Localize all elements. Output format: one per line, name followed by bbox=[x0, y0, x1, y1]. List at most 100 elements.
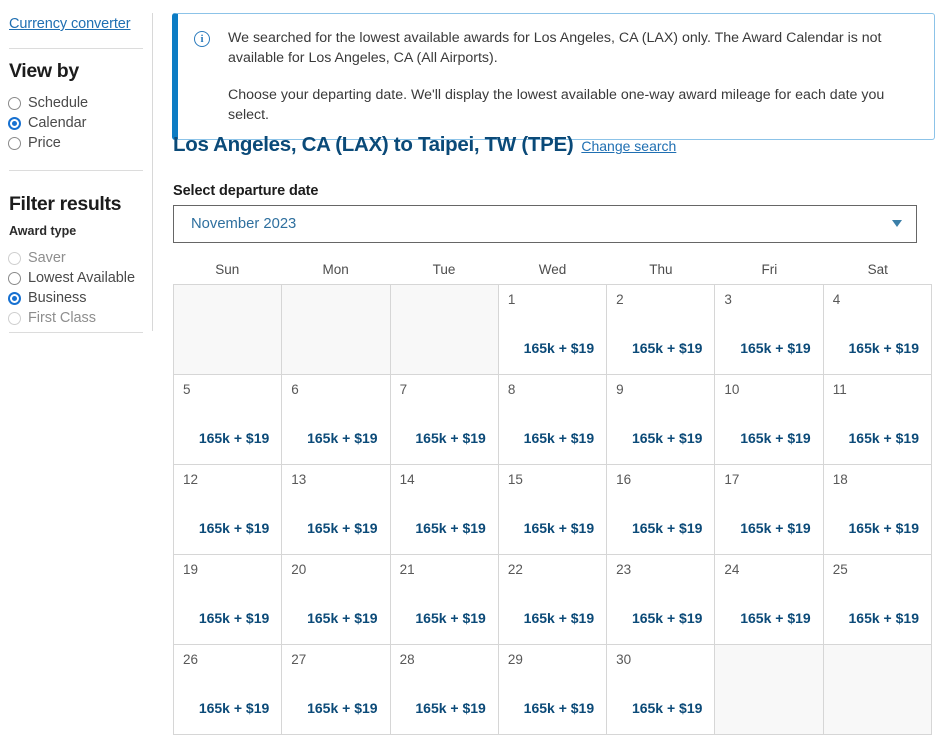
sidebar-divider-3 bbox=[9, 332, 143, 333]
calendar-day-cell[interactable]: 29 165k + $19 bbox=[498, 645, 608, 735]
calendar-day-price: 165k + $19 bbox=[523, 340, 595, 356]
radio-view-by-calendar[interactable]: Calendar bbox=[8, 113, 87, 133]
calendar-day-cell[interactable]: 5 165k + $19 bbox=[174, 375, 283, 465]
award-calendar-page: Currency converter View by Schedule Calen… bbox=[0, 0, 940, 748]
calendar-day-number: 27 bbox=[291, 652, 307, 667]
calendar-day-cell[interactable]: 12 165k + $19 bbox=[174, 465, 283, 555]
calendar-day-number: 16 bbox=[616, 472, 632, 487]
calendar-day-number: 30 bbox=[616, 652, 632, 667]
calendar-day-price: 165k + $19 bbox=[631, 520, 703, 536]
calendar-day-price: 165k + $19 bbox=[198, 700, 270, 716]
radio-view-by-price[interactable]: Price bbox=[8, 133, 61, 153]
calendar-day-cell[interactable]: 22 165k + $19 bbox=[498, 555, 608, 645]
calendar-day-header: Sun bbox=[215, 262, 240, 277]
calendar-day-price: 165k + $19 bbox=[848, 430, 919, 446]
page-title: Los Angeles, CA (LAX) to Taipei, TW (TPE… bbox=[173, 133, 574, 156]
calendar-day-price: 165k + $19 bbox=[848, 520, 919, 536]
calendar-day-cell[interactable]: 4 165k + $19 bbox=[823, 285, 932, 375]
calendar-day-cell[interactable]: 14 165k + $19 bbox=[390, 465, 499, 555]
calendar-week-row: 19 165k + $19 20 165k + $19 21 165k + $19 22 16… bbox=[174, 555, 932, 645]
calendar-day-cell[interactable]: 16 165k + $19 bbox=[607, 465, 716, 555]
radio-label: Calendar bbox=[28, 115, 87, 131]
radio-indicator bbox=[8, 311, 21, 325]
award-calendar: Sun Mon Tue Wed Thu Fri Sat 1 165k + $19 2 165k +… bbox=[173, 262, 932, 735]
calendar-day-cell[interactable]: 1 165k + $19 bbox=[498, 285, 608, 375]
calendar-day-price: 165k + $19 bbox=[523, 700, 595, 716]
calendar-day-price: 165k + $19 bbox=[415, 700, 486, 716]
info-banner-text: We searched for the lowest available awa… bbox=[228, 28, 888, 125]
calendar-day-headers: Sun Mon Tue Wed Thu Fri Sat bbox=[173, 262, 932, 284]
calendar-day-number: 8 bbox=[507, 382, 516, 397]
calendar-day-number: 26 bbox=[183, 652, 199, 667]
radio-label: Schedule bbox=[28, 95, 89, 111]
calendar-week-row: 12 165k + $19 13 165k + $19 14 165k + $19 15 16… bbox=[174, 465, 932, 555]
calendar-day-number: 7 bbox=[399, 382, 408, 397]
calendar-day-cell[interactable]: 8 165k + $19 bbox=[498, 375, 608, 465]
radio-award-type-lowest-available[interactable]: Lowest Available bbox=[8, 268, 135, 288]
calendar-day-cell[interactable]: 2 165k + $19 bbox=[607, 285, 716, 375]
calendar-day-cell[interactable]: 17 165k + $19 bbox=[715, 465, 824, 555]
calendar-day-price: 165k + $19 bbox=[523, 610, 595, 626]
calendar-day-price: 165k + $19 bbox=[740, 610, 811, 626]
currency-converter-link[interactable]: Currency converter bbox=[9, 16, 131, 32]
calendar-day-cell[interactable]: 10 165k + $19 bbox=[715, 375, 824, 465]
calendar-day-cell[interactable]: 30 165k + $19 bbox=[607, 645, 716, 735]
calendar-day-cell[interactable]: 26 165k + $19 bbox=[174, 645, 283, 735]
radio-award-type-business[interactable]: Business bbox=[8, 288, 86, 308]
calendar-day-price: 165k + $19 bbox=[523, 520, 595, 536]
calendar-day-number: 21 bbox=[399, 562, 415, 577]
award-type-label: Award type bbox=[9, 224, 77, 238]
calendar-day-price: 165k + $19 bbox=[198, 430, 270, 446]
calendar-day-header: Wed bbox=[538, 262, 567, 277]
calendar-day-cell[interactable]: 7 165k + $19 bbox=[390, 375, 499, 465]
calendar-day-cell[interactable]: 18 165k + $19 bbox=[823, 465, 932, 555]
calendar-weeks: 1 165k + $19 2 165k + $19 3 165k + $19 4 165k +… bbox=[173, 284, 932, 735]
calendar-day-cell[interactable]: 20 165k + $19 bbox=[282, 555, 391, 645]
calendar-day-price: 165k + $19 bbox=[631, 700, 703, 716]
calendar-day-cell[interactable]: 19 165k + $19 bbox=[174, 555, 283, 645]
month-select[interactable]: November 2023 bbox=[173, 205, 917, 243]
calendar-day-header: Sat bbox=[867, 262, 888, 277]
sidebar-vertical-divider bbox=[152, 13, 153, 331]
calendar-day-cell[interactable]: 23 165k + $19 bbox=[607, 555, 716, 645]
calendar-day-number: 1 bbox=[507, 292, 516, 307]
calendar-day-cell[interactable]: 3 165k + $19 bbox=[715, 285, 824, 375]
calendar-day-price: 165k + $19 bbox=[631, 610, 703, 626]
chevron-down-icon bbox=[892, 220, 902, 227]
calendar-day-header: Tue bbox=[432, 262, 456, 277]
calendar-day-cell[interactable]: 21 165k + $19 bbox=[390, 555, 499, 645]
calendar-day-cell[interactable]: 9 165k + $19 bbox=[607, 375, 716, 465]
calendar-day-number: 11 bbox=[832, 382, 847, 397]
calendar-day-number: 22 bbox=[507, 562, 523, 577]
calendar-day-cell[interactable]: 27 165k + $19 bbox=[282, 645, 391, 735]
calendar-day-cell[interactable]: 13 165k + $19 bbox=[282, 465, 391, 555]
calendar-cell-empty bbox=[823, 645, 932, 735]
calendar-day-header: Fri bbox=[761, 262, 778, 277]
calendar-day-number: 25 bbox=[832, 562, 848, 577]
info-banner-paragraph-1: We searched for the lowest available awa… bbox=[228, 30, 882, 66]
calendar-day-cell[interactable]: 28 165k + $19 bbox=[390, 645, 499, 735]
calendar-week-row: 1 165k + $19 2 165k + $19 3 165k + $19 4 165k +… bbox=[174, 285, 932, 375]
calendar-day-cell[interactable]: 15 165k + $19 bbox=[498, 465, 608, 555]
calendar-day-number: 15 bbox=[507, 472, 523, 487]
calendar-day-number: 17 bbox=[724, 472, 740, 487]
calendar-day-cell[interactable]: 11 165k + $19 bbox=[823, 375, 932, 465]
calendar-day-cell[interactable]: 24 165k + $19 bbox=[715, 555, 824, 645]
info-banner: i We searched for the lowest available a… bbox=[172, 13, 935, 140]
route-heading: Los Angeles, CA (LAX) to Taipei, TW (TPE… bbox=[173, 133, 676, 157]
calendar-day-cell[interactable]: 6 165k + $19 bbox=[282, 375, 391, 465]
month-select-value: November 2023 bbox=[191, 216, 297, 232]
radio-label: Lowest Available bbox=[28, 270, 135, 286]
radio-indicator bbox=[8, 116, 21, 130]
calendar-day-price: 165k + $19 bbox=[307, 610, 378, 626]
calendar-day-price: 165k + $19 bbox=[198, 610, 270, 626]
sidebar: Currency converter View by Schedule Calen… bbox=[0, 0, 152, 748]
radio-view-by-schedule[interactable]: Schedule bbox=[8, 93, 88, 113]
calendar-day-number: 3 bbox=[724, 292, 732, 307]
radio-label: Business bbox=[28, 290, 87, 306]
calendar-day-number: 28 bbox=[399, 652, 415, 667]
filter-results-heading: Filter results bbox=[9, 193, 122, 215]
calendar-day-price: 165k + $19 bbox=[848, 340, 919, 356]
calendar-day-cell[interactable]: 25 165k + $19 bbox=[823, 555, 932, 645]
change-search-link[interactable]: Change search bbox=[581, 138, 676, 154]
